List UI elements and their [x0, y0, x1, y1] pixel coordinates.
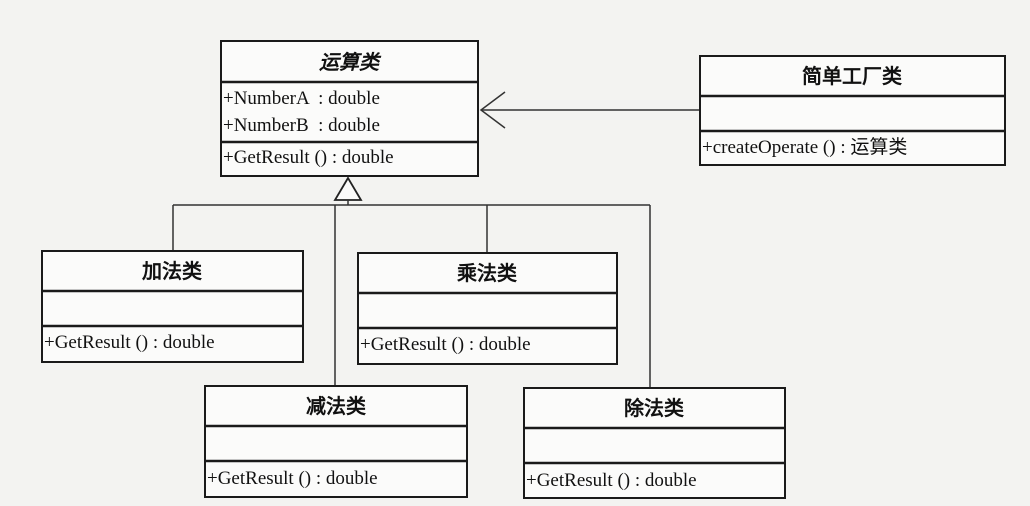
class-operation[interactable]: 运算类 +NumberA : double +NumberB : double …: [220, 40, 479, 177]
diagram-svg: 运算类 +NumberA : double +NumberB : double …: [41, 40, 1006, 499]
class-mul[interactable]: 乘法类 +GetResult () : double: [357, 252, 618, 365]
class-name: 乘法类: [456, 261, 517, 285]
attribute: +NumberB : double: [223, 115, 380, 136]
class-div[interactable]: 除法类 +GetResult () : double: [523, 387, 786, 499]
method: +createOperate () : 运算类: [702, 136, 907, 158]
class-add[interactable]: 加法类 +GetResult () : double: [41, 250, 304, 363]
class-name: 运算类: [319, 50, 382, 74]
inheritance-triangle-icon: [333, 176, 363, 201]
class-name: 除法类: [624, 396, 684, 420]
uml-class-diagram: 运算类 +NumberA : double +NumberB : double …: [0, 0, 1030, 506]
method: +GetResult () : double: [207, 468, 378, 489]
attribute: +NumberA : double: [223, 88, 380, 109]
class-name: 简单工厂类: [802, 64, 902, 88]
class-factory[interactable]: 简单工厂类 +createOperate () : 运算类: [699, 55, 1006, 166]
association-edge: [479, 91, 700, 129]
method: +GetResult () : double: [360, 334, 531, 355]
class-sub[interactable]: 减法类 +GetResult () : double: [204, 385, 468, 498]
method: +GetResult () : double: [223, 147, 394, 168]
method: +GetResult () : double: [44, 332, 215, 353]
method: +GetResult () : double: [526, 470, 697, 491]
class-name: 减法类: [306, 394, 366, 418]
class-name: 加法类: [141, 259, 202, 283]
